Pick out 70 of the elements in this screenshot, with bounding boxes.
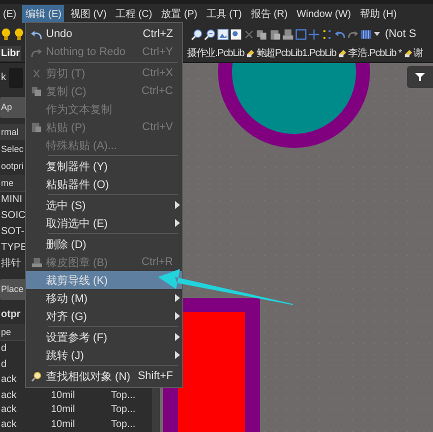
stamp-icon[interactable] <box>282 28 294 40</box>
menu-bar-item[interactable]: 视图 (V) <box>67 5 110 23</box>
table-cell-text: Top... <box>111 419 136 430</box>
panel-label: ootpri <box>1 161 24 172</box>
copy-icon[interactable] <box>256 28 268 40</box>
menu-item[interactable]: 设置参考 (F) <box>26 328 182 346</box>
menu-item[interactable]: Undo Ctrl+Z <box>26 25 182 43</box>
document-icon <box>246 48 256 58</box>
table-cell-text: Top... <box>111 390 136 401</box>
redo-icon <box>30 46 42 58</box>
plus-icon[interactable] <box>308 28 320 40</box>
caret-icon[interactable] <box>373 30 381 38</box>
menu-item[interactable]: 取消选中 (E) <box>26 214 182 232</box>
submenu-arrow-icon <box>175 351 180 359</box>
menu-item[interactable]: 跳转 (J) <box>26 346 182 364</box>
menu-bar-item[interactable]: 编辑 (E) <box>22 5 64 23</box>
submenu-arrow-icon <box>175 312 180 320</box>
menu-bar-item[interactable]: 工具 (T) <box>203 5 245 23</box>
clipboard-icon <box>30 122 42 132</box>
submenu-arrow-icon <box>175 333 180 341</box>
panel-heading: otpr <box>1 308 20 320</box>
menu-item[interactable]: 删除 (D) <box>26 235 182 253</box>
filter-icon <box>415 72 425 82</box>
menu-bar-item[interactable]: Window (W) <box>294 6 354 22</box>
submenu-arrow-icon <box>175 201 180 209</box>
undo-icon <box>30 28 42 40</box>
image-icon[interactable] <box>217 28 229 40</box>
table-cell-text: 10mil <box>51 419 76 430</box>
menu-item[interactable]: 查找相似对象 (N) Shift+F <box>26 367 182 385</box>
document-tab[interactable]: 鲍超PcbLib1.PcbLib <box>246 46 336 60</box>
menu-bar-item[interactable]: (E) <box>0 6 20 22</box>
clipboard-icon[interactable] <box>269 28 281 40</box>
panel-title: Libr <box>0 46 21 60</box>
menu-item[interactable]: 移动 (M) <box>26 289 182 307</box>
menu-bar-item[interactable]: 报告 (R) <box>248 5 291 23</box>
document-tab[interactable]: 李浩.PcbLib * <box>338 46 402 60</box>
table-cell-text: 10mil <box>51 404 76 416</box>
filter-button[interactable] <box>407 66 433 88</box>
menu-bar-item[interactable]: 放置 (P) <box>158 5 200 23</box>
menu-item[interactable]: 选中 (S) <box>26 196 182 214</box>
menu-item[interactable]: 复制器件 (Y) <box>26 157 182 175</box>
menu-bar-item[interactable]: 帮助 (H) <box>357 5 400 23</box>
dots-icon[interactable] <box>321 28 333 40</box>
submenu-arrow-icon <box>175 219 180 227</box>
variant-label[interactable]: (Not S <box>385 28 416 40</box>
bulb-icon[interactable] <box>13 28 25 40</box>
table-cell-text: Top... <box>111 404 136 416</box>
bulb-icon[interactable] <box>0 28 12 40</box>
submenu-arrow-icon <box>175 294 180 302</box>
menu-item[interactable]: 对齐 (G) <box>26 307 182 325</box>
table-cell-text: ack <box>1 404 18 416</box>
panel-label: k <box>1 72 6 84</box>
select-rectangle-icon[interactable] <box>295 28 307 40</box>
document-icon <box>404 48 413 58</box>
document-tab[interactable]: 谢 <box>404 46 423 60</box>
stamp-icon <box>30 256 42 268</box>
table-cell-text: 10mil <box>51 390 76 401</box>
zoom-selection-icon[interactable] <box>230 28 242 40</box>
document-icon <box>338 48 348 58</box>
copy-icon <box>30 86 42 96</box>
menu-item[interactable]: 粘贴器件 (O) <box>26 175 182 193</box>
grid-icon[interactable] <box>360 28 372 40</box>
zoom-in-icon[interactable] <box>191 28 203 40</box>
menu-bar-item[interactable]: 工程 (C) <box>112 5 156 23</box>
zoom-out-icon[interactable] <box>204 28 216 40</box>
search-icon <box>30 370 42 382</box>
document-tab[interactable]: 摄作业.PcbLib <box>186 46 244 60</box>
table-cell-text: ack <box>1 419 18 430</box>
table-cell-text: ack <box>1 390 18 401</box>
panel-label: Selec <box>1 144 24 154</box>
